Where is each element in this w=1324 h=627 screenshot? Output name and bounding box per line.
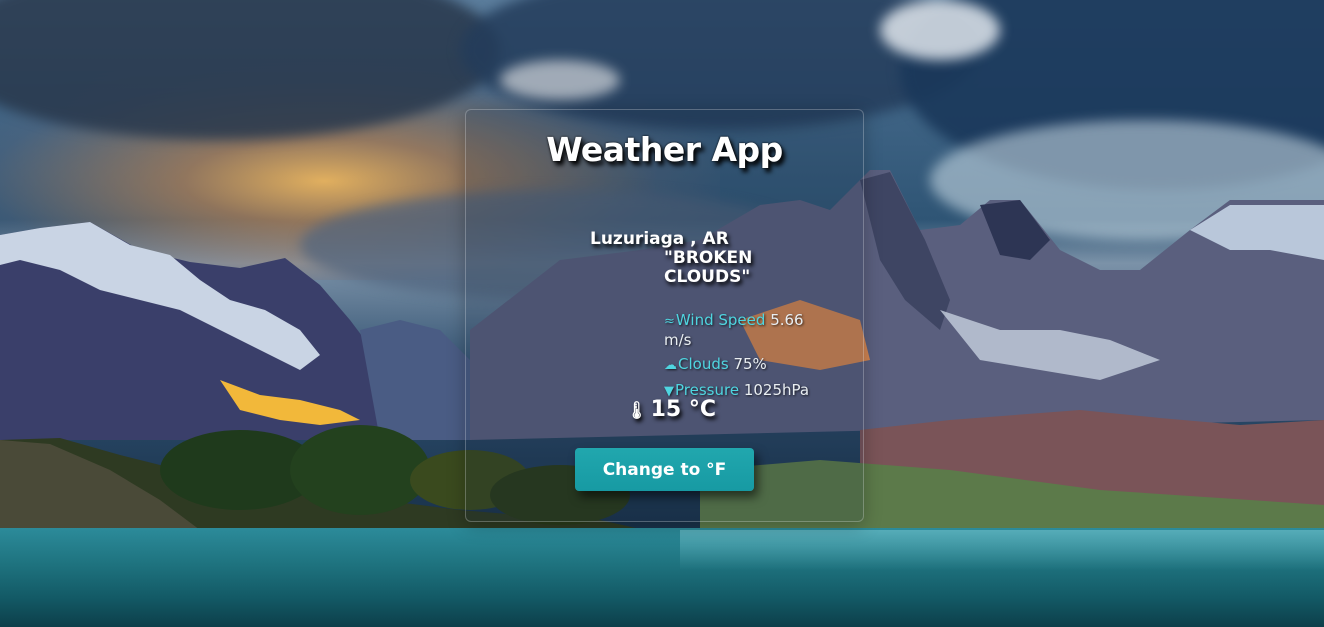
location-block: Luzuriaga , AR "BROKEN CLOUDS" xyxy=(590,230,760,287)
weather-description: "BROKEN xyxy=(664,248,753,268)
weather-description: CLOUDS" xyxy=(664,267,751,287)
cloud-icon: ☁ xyxy=(664,358,677,373)
change-unit-button[interactable]: Change to °F xyxy=(575,448,754,491)
pressure-value: 1025hPa xyxy=(743,381,810,399)
temperature-value: 15 °C xyxy=(650,397,717,422)
temperature-display: 🌡 15 °C xyxy=(626,397,716,422)
wind-icon: ≈ xyxy=(664,314,675,329)
wind-stat: ≈Wind Speed 5.66 m/s xyxy=(664,311,834,349)
weather-card: Weather App Luzuriaga , AR "BROKEN CLOUD… xyxy=(465,109,864,522)
app-title: Weather App xyxy=(546,130,783,169)
clouds-stat: ☁Clouds 75% xyxy=(664,355,834,375)
thermometer-icon: 🌡 xyxy=(626,401,648,421)
clouds-value: 75% xyxy=(733,355,767,373)
weather-stats: ≈Wind Speed 5.66 m/s ☁Clouds 75% ▼Pressu… xyxy=(664,311,834,407)
lake-reflection xyxy=(680,530,1324,570)
location-name: Luzuriaga , AR xyxy=(590,229,729,249)
clouds-label: Clouds xyxy=(678,355,729,373)
wind-label: Wind Speed xyxy=(675,311,766,329)
